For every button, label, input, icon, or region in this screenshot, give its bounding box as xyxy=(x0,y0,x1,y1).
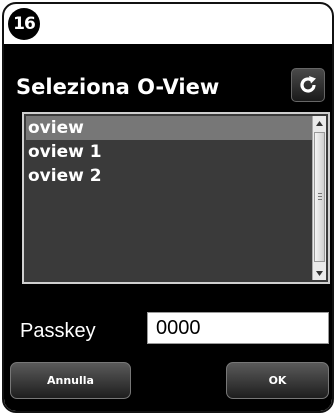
dialog-title: Seleziona O-View xyxy=(16,75,220,99)
list-item[interactable]: oview 2 xyxy=(26,164,102,188)
step-number-badge: 16 xyxy=(8,8,40,40)
select-oview-dialog: Seleziona O-View oview oview 1 oview 2 P… xyxy=(4,44,332,411)
instruction-frame: 16 Seleziona O-View oview oview 1 oview … xyxy=(2,2,334,413)
list-item[interactable]: oview 1 xyxy=(26,140,102,164)
ok-button[interactable]: OK xyxy=(226,362,329,399)
scroll-thumb[interactable] xyxy=(314,132,325,262)
grip-line xyxy=(318,199,322,200)
scroll-up-arrow-icon[interactable] xyxy=(313,116,326,130)
scroll-down-arrow-icon[interactable] xyxy=(313,266,326,280)
list-item[interactable]: oview xyxy=(26,116,314,140)
grip-line xyxy=(318,193,322,194)
grip-line xyxy=(318,196,322,197)
refresh-icon xyxy=(300,76,316,93)
passkey-label: Passkey xyxy=(20,320,96,342)
passkey-input[interactable] xyxy=(147,312,329,344)
list-scrollbar[interactable] xyxy=(312,116,326,280)
oview-list[interactable]: oview oview 1 oview 2 xyxy=(22,112,330,284)
refresh-button[interactable] xyxy=(291,68,325,102)
cancel-button[interactable]: Annulla xyxy=(10,362,131,399)
